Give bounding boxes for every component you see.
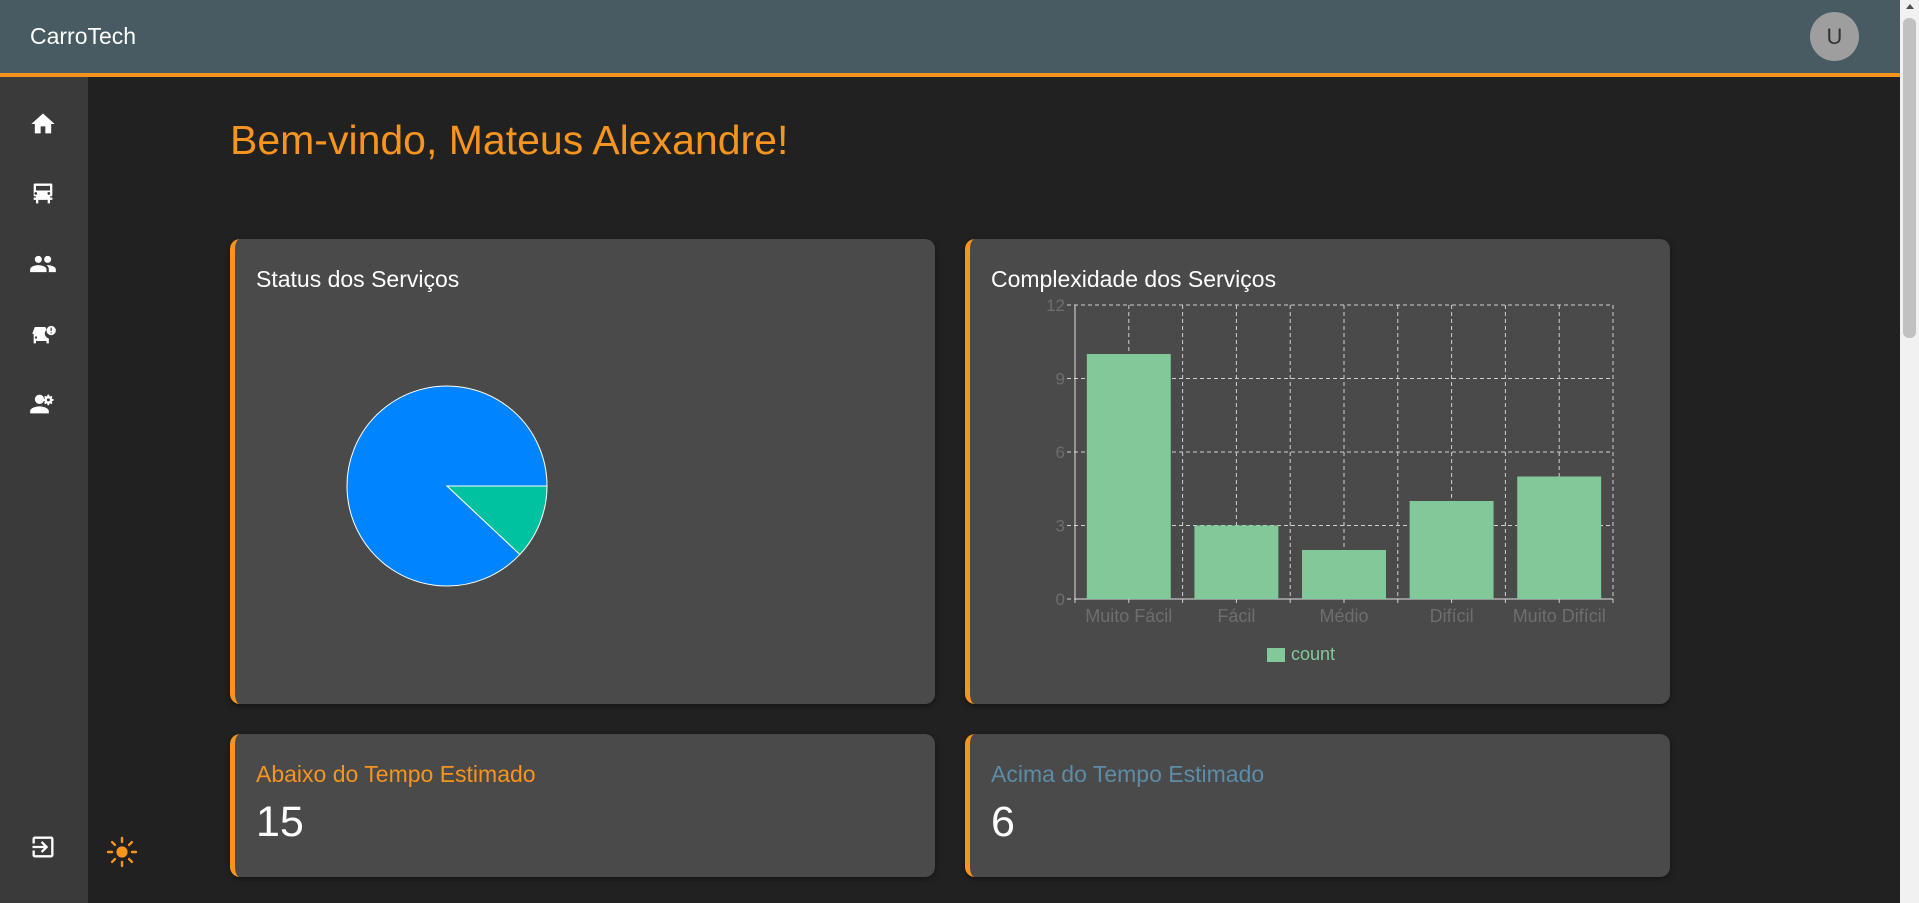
sidebar [0,77,88,903]
y-tick-label: 9 [1056,370,1065,389]
scrollbar-thumb[interactable] [1903,18,1916,338]
legend-label[interactable]: count [1291,644,1335,664]
scroll-up-arrow-icon[interactable] [1906,4,1914,9]
above-estimate-value: 6 [991,798,1015,846]
y-tick-label: 6 [1056,443,1065,462]
people-icon [30,255,56,273]
theme-toggle-button[interactable] [106,836,138,868]
sidebar-item-car-issues[interactable] [26,317,60,351]
engineer-icon [30,394,54,414]
status-card: Status dos Serviços [230,239,935,704]
sidebar-item-cars[interactable] [26,177,60,211]
sidebar-item-clients[interactable] [26,247,60,281]
complexity-card: Complexidade dos Serviços 0 3 6 9 12 Muito Fá… [965,239,1670,704]
scrollbar[interactable] [1900,0,1919,903]
car-alert-icon [32,325,56,344]
x-tick-label: Muito Fácil [1085,606,1172,626]
x-tick-label: Difícil [1430,606,1474,626]
y-tick-label: 12 [1046,296,1065,315]
bar[interactable] [1517,476,1602,600]
sun-icon [106,836,138,868]
x-tick-label: Fácil [1217,606,1255,626]
bar[interactable] [1409,501,1494,599]
top-app-bar: CarroTech U [0,0,1900,77]
bar[interactable] [1194,525,1279,600]
logout-icon [32,836,54,858]
sidebar-item-mechanics[interactable] [26,387,60,421]
y-tick-label: 3 [1056,517,1065,536]
brand-title[interactable]: CarroTech [30,23,136,50]
welcome-heading: Bem-vindo, Mateus Alexandre! [230,117,789,163]
y-tick-label: 0 [1056,590,1065,609]
bar[interactable] [1302,550,1386,599]
below-estimate-card: Abaixo do Tempo Estimado 15 [230,734,935,877]
legend-swatch[interactable] [1267,648,1285,662]
bar[interactable] [1086,354,1171,599]
above-estimate-title: Acima do Tempo Estimado [991,761,1265,787]
x-tick-label: Muito Difícil [1513,606,1606,626]
below-estimate-value: 15 [256,798,304,846]
x-tick-label: Médio [1319,606,1368,626]
logout-button[interactable] [26,830,60,864]
complexity-bar-chart: 0 3 6 9 12 Muito Fácil Fácil Médio Difícil Muito … [1046,296,1614,664]
user-avatar[interactable]: U [1810,12,1859,61]
sidebar-item-home[interactable] [26,107,60,141]
status-pie-chart [346,385,548,587]
above-estimate-card: Acima do Tempo Estimado 6 [965,734,1670,877]
below-estimate-title: Abaixo do Tempo Estimado [256,761,536,787]
car-icon [33,183,53,204]
home-icon [31,113,55,134]
